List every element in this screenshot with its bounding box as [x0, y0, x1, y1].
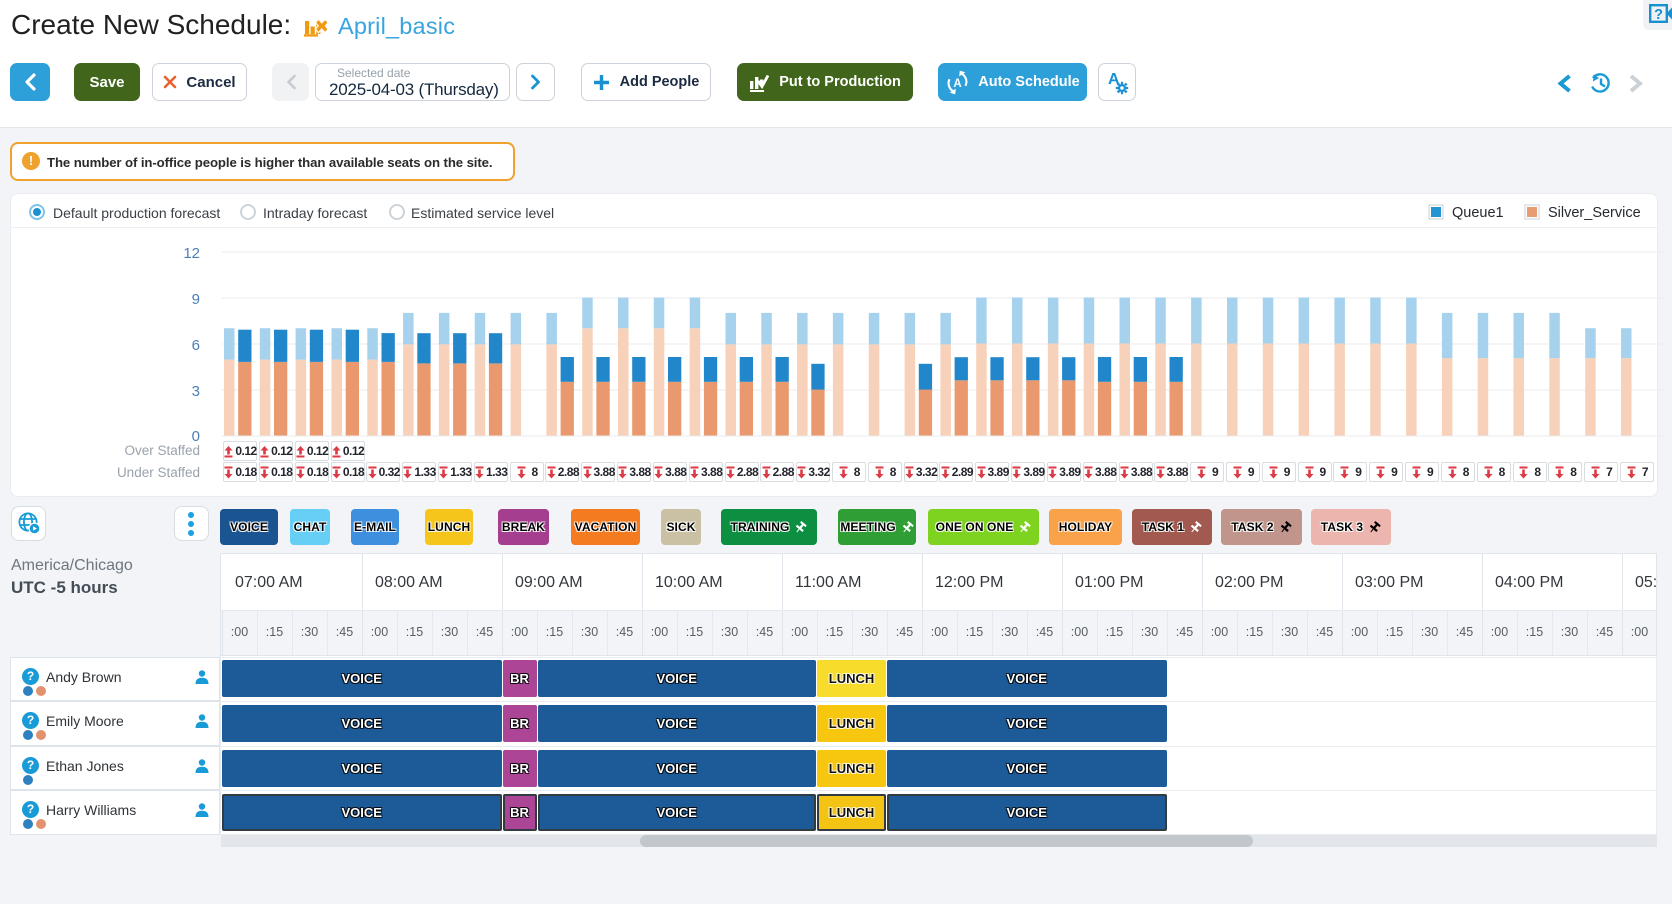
svg-text:A: A — [954, 77, 962, 89]
svg-text:?: ? — [1654, 7, 1663, 23]
